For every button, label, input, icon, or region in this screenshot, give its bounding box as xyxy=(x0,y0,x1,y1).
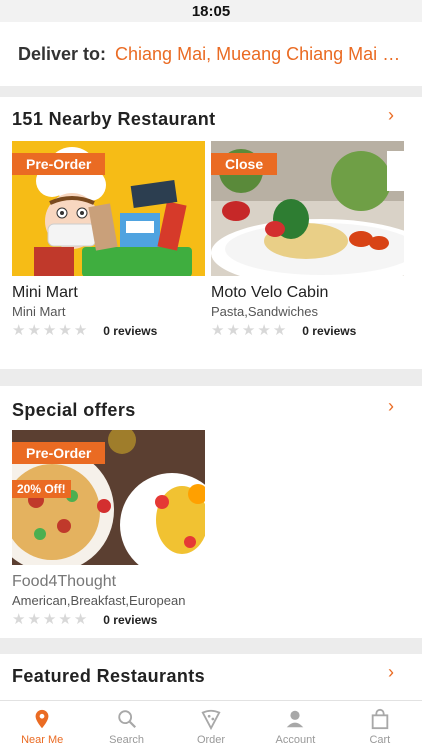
offers-chevron-icon[interactable]: › xyxy=(388,396,394,417)
restaurant-category: Pasta,Sandwiches xyxy=(211,304,318,319)
status-time: 18:05 xyxy=(191,3,231,20)
featured-section: Featured Restaurants › xyxy=(0,654,422,700)
deliver-location[interactable]: Chiang Mai, Mueang Chiang Mai District, … xyxy=(115,44,405,65)
star-icon: ★ xyxy=(241,322,256,339)
tab-account[interactable]: Account xyxy=(253,701,337,750)
search-icon xyxy=(117,710,136,729)
tab-near-me[interactable]: Near Me xyxy=(0,701,84,750)
tab-label: Search xyxy=(109,734,145,746)
restaurant-card[interactable]: Close Moto Velo Cabin Pasta,Sandwiches ★… xyxy=(211,141,404,339)
review-count: 0 reviews xyxy=(302,324,357,338)
pizza-slice-icon xyxy=(201,709,221,730)
tab-label: Cart xyxy=(369,734,391,746)
restaurant-name[interactable]: Moto Velo Cabin xyxy=(211,284,404,302)
star-icon: ★ xyxy=(27,322,41,339)
star-icon: ★ xyxy=(226,322,240,339)
star-icon: ★ xyxy=(272,322,287,339)
rating-row: ★ ★ ★ ★ ★ 0 reviews xyxy=(12,323,205,339)
star-icon: ★ xyxy=(73,322,88,339)
location-pin-icon xyxy=(35,709,49,729)
tab-order[interactable]: Order xyxy=(169,701,253,750)
offer-image[interactable]: Pre-Order 20% Off! xyxy=(12,430,205,565)
star-icon: ★ xyxy=(58,322,72,339)
restaurant-name[interactable]: Food4Thought xyxy=(12,573,205,591)
nearby-chevron-icon[interactable]: › xyxy=(388,105,394,126)
restaurant-card[interactable]: Pre-Order Mini Mart Mini Mart ★ ★ ★ ★ ★ … xyxy=(12,141,205,339)
star-rating: ★ ★ ★ ★ ★ xyxy=(12,612,87,628)
offer-card[interactable]: Pre-Order 20% Off! Food4Thought American… xyxy=(12,430,205,628)
tab-label: Order xyxy=(196,734,226,746)
star-icon: ★ xyxy=(257,322,271,339)
star-icon: ★ xyxy=(27,611,41,628)
offers-title: Special offers xyxy=(12,400,136,420)
person-icon xyxy=(287,710,304,728)
review-count: 0 reviews xyxy=(103,613,158,627)
star-icon: ★ xyxy=(211,322,225,339)
star-icon: ★ xyxy=(12,322,26,339)
special-offers-section: Special offers › Pre-Order 20% Off! Food… xyxy=(0,386,422,638)
star-rating: ★ ★ ★ ★ ★ xyxy=(12,323,87,339)
star-icon: ★ xyxy=(42,322,57,339)
nearby-section: 151 Nearby Restaurant › Pre-Order Mini M… xyxy=(0,97,422,369)
review-count: 0 reviews xyxy=(103,324,158,338)
tab-cart[interactable]: Cart xyxy=(338,701,422,750)
rating-row: ★ ★ ★ ★ ★ 0 reviews xyxy=(12,612,205,628)
nearby-title: 151 Nearby Restaurant xyxy=(12,109,216,129)
tab-bar: Near Me Search Order Account Cart xyxy=(0,700,422,750)
tab-label: Account xyxy=(275,734,316,746)
tab-search[interactable]: Search xyxy=(84,701,168,750)
deliver-to-bar[interactable]: Deliver to: Chiang Mai, Mueang Chiang Ma… xyxy=(0,22,422,86)
pre-order-badge: Pre-Order xyxy=(12,442,106,464)
pre-order-badge: Pre-Order xyxy=(12,153,106,175)
featured-title: Featured Restaurants xyxy=(12,666,206,686)
star-rating: ★ ★ ★ ★ ★ xyxy=(211,323,286,339)
deliver-label: Deliver to: xyxy=(18,43,107,64)
rating-row: ★ ★ ★ ★ ★ 0 reviews xyxy=(211,323,404,339)
restaurant-category: American,Breakfast,European xyxy=(12,593,186,608)
restaurant-name[interactable]: Mini Mart xyxy=(12,284,205,302)
status-bar: 18:05 xyxy=(0,0,422,22)
shopping-bag-icon xyxy=(371,708,389,730)
restaurant-category: Mini Mart xyxy=(12,304,66,319)
tab-label: Near Me xyxy=(21,734,64,746)
close-badge: Close xyxy=(211,153,278,175)
star-icon: ★ xyxy=(42,611,57,628)
star-icon: ★ xyxy=(12,611,26,628)
restaurant-image[interactable]: Close xyxy=(211,141,404,276)
star-icon: ★ xyxy=(58,611,72,628)
discount-badge: 20% Off! xyxy=(12,480,71,498)
restaurant-image[interactable]: Pre-Order xyxy=(12,141,205,276)
featured-chevron-icon[interactable]: › xyxy=(388,662,394,683)
star-icon: ★ xyxy=(73,611,88,628)
